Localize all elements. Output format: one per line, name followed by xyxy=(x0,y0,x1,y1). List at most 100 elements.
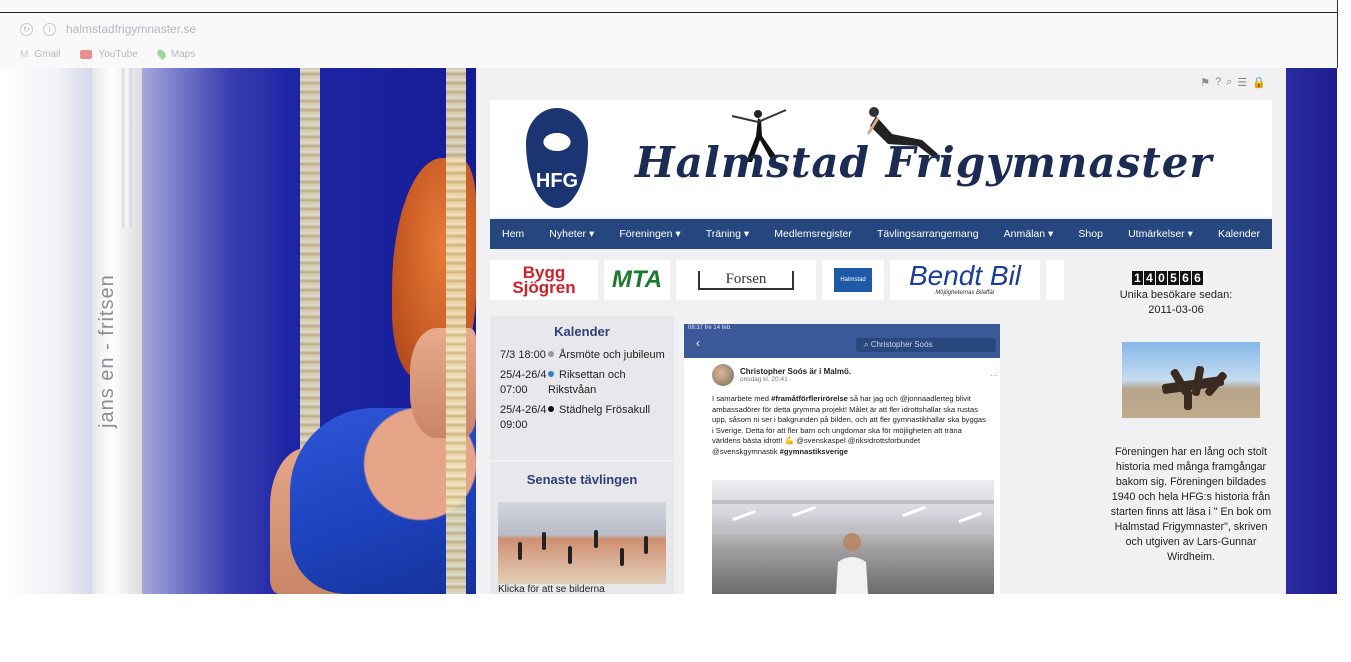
nav-item-utmarkelser[interactable]: Utmärkelser ▾ xyxy=(1128,228,1193,240)
sitemap-icon[interactable]: ⚑ xyxy=(1200,76,1210,89)
post-photo[interactable] xyxy=(712,480,994,594)
reload-icon[interactable]: ↻ xyxy=(20,22,33,36)
ceiling-light xyxy=(792,505,816,518)
visitor-counter: 1 4 0 5 6 6 xyxy=(1132,271,1203,285)
youtube-icon xyxy=(80,49,93,59)
sponsor-placeholder xyxy=(1046,260,1064,300)
bookmark-youtube[interactable]: YouTube xyxy=(80,48,138,60)
nav-item-hem[interactable]: Hem xyxy=(502,228,524,240)
logo-wing-icon xyxy=(530,124,584,160)
counter-digit: 1 xyxy=(1132,271,1143,285)
event-title-text: Årsmöte och jubileum xyxy=(559,349,665,361)
person-figure xyxy=(836,533,868,594)
fb-header: 08:37 fre 14 feb. ‹ ⌕ Christopher Soós xyxy=(684,324,1000,358)
sponsor-text: Sjögren xyxy=(512,278,576,297)
fb-search-field[interactable]: ⌕ Christopher Soós xyxy=(856,338,996,352)
senaste-title: Senaste tävlingen xyxy=(526,472,638,487)
bookmark-maps[interactable]: Maps xyxy=(155,47,195,61)
event-date: 25/4-26/4 07:00 xyxy=(500,369,547,396)
background-blue-edge xyxy=(1286,68,1337,594)
hfg-logo[interactable]: HFG xyxy=(526,108,588,208)
sponsor-text: MTA xyxy=(611,266,663,293)
ceiling-beam xyxy=(712,500,994,504)
gmail-icon: M xyxy=(20,48,29,60)
post-text-part: I samarbete med xyxy=(712,394,772,403)
browser-chrome xyxy=(0,0,1338,68)
nav-item-anmalan[interactable]: Anmälan ▾ xyxy=(1004,228,1054,240)
event-date: 7/3 18:00 xyxy=(500,349,546,361)
avatar[interactable] xyxy=(712,364,734,386)
nav-item-kalender[interactable]: Kalender xyxy=(1218,228,1260,240)
sponsor-halmstad[interactable]: Halmstad xyxy=(822,260,884,300)
history-photo[interactable] xyxy=(1122,342,1260,418)
main-nav: Hem Nyheter ▾ Föreningen ▾ Träning ▾ Med… xyxy=(490,219,1272,249)
counter-digit: 6 xyxy=(1180,271,1191,285)
counter-digit: 0 xyxy=(1156,271,1167,285)
senaste-caption[interactable]: Klicka för att se bilderna xyxy=(498,584,605,594)
help-icon[interactable]: ? xyxy=(1215,76,1221,89)
strap-top xyxy=(122,68,132,228)
gymnast-figure xyxy=(518,542,522,560)
strap-label: jans en - fritsen xyxy=(96,274,118,428)
post-text: I samarbete med #framåtförflerirörelse s… xyxy=(712,394,987,457)
post-text-part: så har jag och @jonnaadlerteg blivit amb… xyxy=(712,394,986,456)
counter-date: 2011-03-06 xyxy=(1148,304,1204,316)
nav-item-medlemsregister[interactable]: Medlemsregister xyxy=(774,228,852,240)
kalender-box: Kalender 7/3 18:00 Årsmöte och jubileum … xyxy=(490,316,674,460)
address-bar[interactable]: ↻ i halmstadfrigymnaster.se xyxy=(20,20,196,38)
post-hashtag[interactable]: #framåtförflerirörelse xyxy=(771,394,848,403)
nav-item-tavlingsarrangemang[interactable]: Tävlingsarrangemang xyxy=(877,228,979,240)
kalender-event[interactable]: 25/4-26/4 07:00 Riksettan och Rikstvåan xyxy=(500,368,674,398)
senaste-photo[interactable] xyxy=(498,502,666,584)
sponsor-text: Halmstad xyxy=(834,268,872,292)
nav-item-traning[interactable]: Träning ▾ xyxy=(706,228,749,240)
rss-icon[interactable]: ☰ xyxy=(1237,76,1247,89)
lock-icon[interactable]: 🔒 xyxy=(1252,76,1266,89)
back-chevron-icon[interactable]: ‹ xyxy=(696,336,700,350)
athlete-face xyxy=(410,328,476,438)
gymnast-figure xyxy=(568,546,572,564)
bookmark-label: YouTube xyxy=(98,48,138,60)
info-icon[interactable]: i xyxy=(43,22,56,36)
window-edge xyxy=(0,12,1337,13)
kalender-list: 7/3 18:00 Årsmöte och jubileum 25/4-26/4… xyxy=(500,348,674,438)
sponsor-bendt-bil[interactable]: Bendt Bil Möjligheternas Bilaffär xyxy=(890,260,1040,300)
sponsor-forsen[interactable]: Forsen xyxy=(676,260,816,300)
post-head: Christopher Soós är i Malmö. onsdag kl. … xyxy=(712,364,998,386)
search-icon[interactable]: ⌕ xyxy=(1226,76,1232,89)
event-title: Städhelg Frösakull xyxy=(548,403,674,433)
kalender-event[interactable]: 7/3 18:00 Årsmöte och jubileum xyxy=(500,348,674,363)
site-title[interactable]: Halmstad Frigymnaster xyxy=(635,138,1213,187)
bookmark-gmail[interactable]: M Gmail xyxy=(20,49,60,60)
event-title: Riksettan och Rikstvåan xyxy=(548,368,674,398)
site-tools: ⚑ ? ⌕ ☰ 🔒 xyxy=(1200,76,1266,89)
sponsor-mta[interactable]: MTA xyxy=(604,260,670,300)
event-dot-icon xyxy=(548,406,554,412)
counter-label-line: Unika besökare sedan: xyxy=(1119,289,1233,301)
post-time: onsdag kl. 20:41 · xyxy=(740,376,792,383)
gymnast-figure xyxy=(594,530,598,548)
sponsor-text: Forsen xyxy=(697,270,795,290)
gymnast-figure xyxy=(644,536,648,554)
site-header: HFG Halmstad Frigymnaster xyxy=(490,100,1272,217)
nav-item-nyheter[interactable]: Nyheter ▾ xyxy=(549,228,594,240)
event-dot-icon xyxy=(548,351,554,357)
event-title: Årsmöte och jubileum xyxy=(548,348,674,363)
bookmark-label: Gmail xyxy=(34,48,61,60)
post-hashtag[interactable]: #gymnastiksverige xyxy=(780,447,848,456)
sponsor-bygg-sjogren[interactable]: Bygg Sjögren xyxy=(490,260,598,300)
post-author[interactable]: Christopher Soós är i Malmö. xyxy=(740,367,851,376)
nav-item-foreningen[interactable]: Föreningen ▾ xyxy=(619,228,680,240)
nav-item-shop[interactable]: Shop xyxy=(1078,228,1103,240)
ceiling-light xyxy=(732,509,756,522)
status-time: 08:37 fre 14 feb. xyxy=(688,325,732,331)
more-options-icon[interactable]: ··· xyxy=(990,371,998,380)
tinsel-decoration xyxy=(446,68,466,594)
counter-digit: 6 xyxy=(1192,271,1203,285)
counter-digit: 4 xyxy=(1144,271,1155,285)
sponsor-text: Bendt Bil xyxy=(908,260,1022,291)
kalender-event[interactable]: 25/4-26/4 09:00 Städhelg Frösakull xyxy=(500,403,674,433)
kalender-title: Kalender xyxy=(554,324,610,339)
url-text[interactable]: halmstadfrigymnaster.se xyxy=(66,22,196,36)
event-date: 25/4-26/4 09:00 xyxy=(500,404,547,431)
